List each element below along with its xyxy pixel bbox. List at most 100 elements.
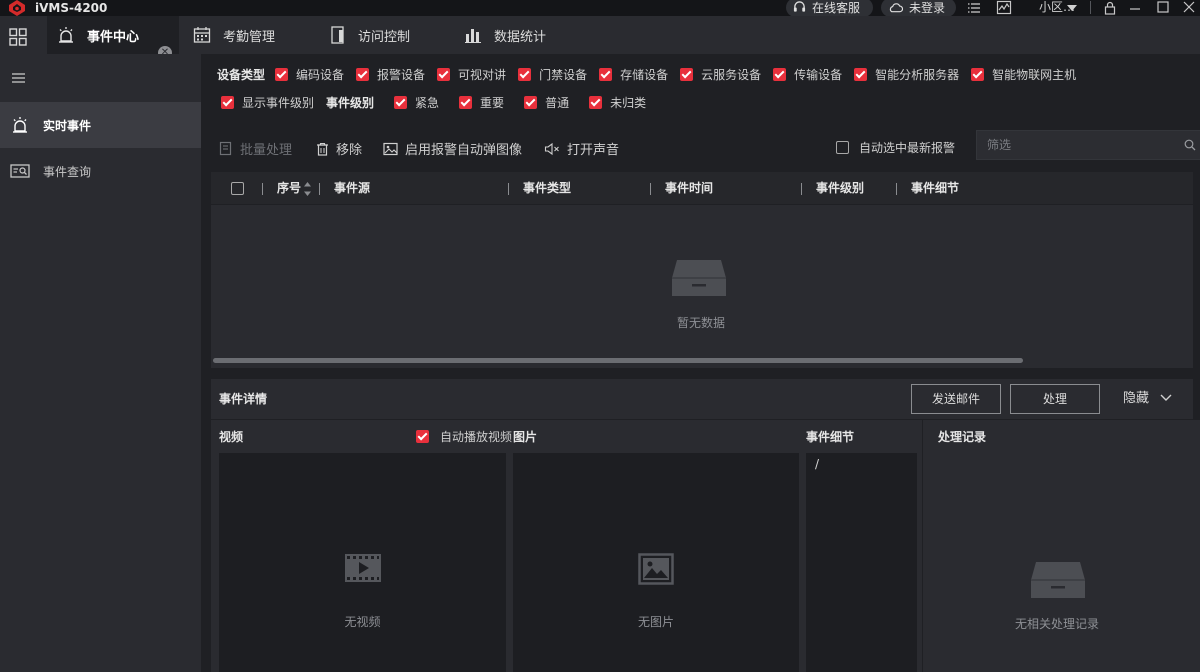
lock-icon[interactable]	[1102, 0, 1118, 16]
module-grid-icon[interactable]	[9, 28, 27, 46]
maximize-icon[interactable]	[1155, 0, 1171, 16]
online-support-button[interactable]: 在线客服	[786, 0, 873, 17]
auto-select-latest-checkbox[interactable]: 自动选中最新报警	[836, 139, 955, 156]
checkbox-checked-icon[interactable]	[459, 96, 473, 109]
filter-checkbox[interactable]: 普通	[524, 94, 569, 111]
app-title: iVMS-4200	[35, 1, 108, 15]
filter-input[interactable]	[977, 131, 1177, 159]
select-all-checkbox[interactable]	[231, 182, 244, 195]
column-header-index[interactable]: 序号	[277, 172, 301, 205]
filter-checkbox[interactable]: 智能分析服务器	[854, 66, 959, 83]
filter-checkbox[interactable]: 云服务设备	[680, 66, 761, 83]
open-sound-button[interactable]: 打开声音	[544, 139, 619, 158]
column-header-detail[interactable]: 事件细节	[911, 172, 959, 205]
close-window-icon[interactable]	[1181, 0, 1197, 16]
speaker-muted-icon	[544, 142, 559, 155]
no-video-text: 无视频	[344, 615, 381, 629]
checkbox-checked-icon[interactable]	[854, 68, 868, 81]
auto-select-latest-label: 自动选中最新报警	[859, 141, 956, 155]
show-level-checkbox[interactable]: 显示事件级别	[221, 94, 314, 111]
checkbox-checked-icon[interactable]	[416, 430, 429, 443]
menu-collapse-icon[interactable]	[11, 71, 27, 85]
autoplay-video-checkbox[interactable]: 自动播放视频	[416, 428, 512, 445]
checkbox-checked-icon[interactable]	[394, 96, 408, 109]
filter-label: 存储设备	[620, 68, 669, 82]
event-level-filter: 显示事件级别 事件级别 紧急 重要 普通 未归类	[221, 94, 658, 111]
checkbox-checked-icon[interactable]	[971, 68, 985, 81]
batch-process-button[interactable]: 批量处理	[219, 139, 292, 158]
filter-checkbox[interactable]: 传输设备	[773, 66, 842, 83]
checkbox-checked-icon[interactable]	[437, 68, 451, 81]
checkbox-checked-icon[interactable]	[773, 68, 787, 81]
checkbox-checked-icon[interactable]	[275, 68, 289, 81]
checkbox-checked-icon[interactable]	[518, 68, 532, 81]
filter-checkbox[interactable]: 重要	[459, 94, 504, 111]
settings-menu-icon[interactable]	[966, 0, 982, 16]
chevron-down-icon[interactable]	[1160, 394, 1172, 402]
checkbox-unchecked-icon[interactable]	[836, 141, 849, 154]
event-search-icon	[10, 164, 30, 178]
bar-chart-icon	[465, 29, 481, 43]
tab-event-center-label: 事件中心	[87, 29, 140, 45]
show-level-label: 显示事件级别	[242, 96, 315, 110]
send-email-button[interactable]: 发送邮件	[911, 384, 1001, 414]
event-details-body: 视频 自动播放视频 图片 事件细节 无视频 无图片 /	[211, 420, 922, 672]
column-header-level[interactable]: 事件级别	[816, 172, 864, 205]
user-dropdown-icon[interactable]	[1067, 5, 1077, 11]
filter-checkbox[interactable]: 未归类	[589, 94, 646, 111]
sidebar-item-event-query[interactable]: 事件查询	[0, 148, 201, 194]
image-pane[interactable]: 无图片	[513, 453, 799, 672]
column-divider	[801, 183, 802, 195]
batch-edit-icon	[219, 141, 232, 156]
filter-checkbox[interactable]: 紧急	[394, 94, 439, 111]
column-header-source[interactable]: 事件源	[334, 172, 370, 205]
tab-access-control[interactable]: 访问控制	[330, 16, 410, 54]
processing-records-panel: 处理记录 无相关处理记录	[923, 420, 1200, 672]
remove-button[interactable]: 移除	[316, 139, 362, 158]
event-detail-value: /	[815, 457, 820, 471]
tab-attendance[interactable]: 考勤管理	[193, 16, 275, 54]
sort-icon[interactable]	[303, 181, 312, 197]
checkbox-checked-icon[interactable]	[680, 68, 694, 81]
filter-checkbox[interactable]: 存储设备	[599, 66, 668, 83]
calendar-icon	[193, 27, 211, 43]
login-status-button[interactable]: 未登录	[881, 0, 956, 17]
video-label: 视频	[219, 430, 244, 444]
hide-details-button[interactable]: 隐藏	[1123, 379, 1149, 419]
open-sound-label: 打开声音	[567, 143, 620, 158]
filter-checkbox[interactable]: 可视对讲	[437, 66, 506, 83]
empty-tray-icon	[1030, 560, 1086, 600]
handle-button[interactable]: 处理	[1010, 384, 1100, 414]
resource-monitor-icon[interactable]	[996, 0, 1012, 16]
search-icon[interactable]	[1184, 139, 1196, 151]
hikvision-logo-icon	[8, 0, 26, 16]
filter-checkbox[interactable]: 智能物联网主机	[971, 66, 1076, 83]
headset-icon	[793, 1, 806, 12]
video-pane[interactable]: 无视频	[219, 453, 506, 672]
filter-checkbox[interactable]: 门禁设备	[518, 66, 587, 83]
alarm-popup-image-button[interactable]: 启用报警自动弹图像	[383, 139, 522, 158]
filter-label: 云服务设备	[701, 68, 762, 82]
filter-box	[976, 130, 1200, 160]
tab-data-statistics[interactable]: 数据统计	[464, 16, 546, 54]
checkbox-checked-icon[interactable]	[589, 96, 603, 109]
titlebar-divider	[1090, 1, 1091, 14]
horizontal-scrollbar[interactable]	[213, 358, 1023, 363]
filter-label: 普通	[545, 96, 570, 110]
filter-checkbox[interactable]: 报警设备	[356, 66, 425, 83]
checkbox-checked-icon[interactable]	[356, 68, 370, 81]
minimize-icon[interactable]	[1127, 0, 1143, 16]
sidebar-item-realtime-events[interactable]: 实时事件	[0, 102, 201, 148]
event-detail-label: 事件细节	[806, 430, 855, 444]
main-panel: 设备类型 编码设备 报警设备 可视对讲 门禁设备 存储设备 云服务设备 传输设备…	[201, 54, 1200, 672]
table-header: 序号 事件源 事件类型 事件时间 事件级别 事件细节	[211, 172, 1193, 205]
filter-checkbox[interactable]: 编码设备	[275, 66, 344, 83]
column-header-type[interactable]: 事件类型	[523, 172, 571, 205]
column-header-time[interactable]: 事件时间	[665, 172, 713, 205]
tab-attendance-label: 考勤管理	[223, 29, 276, 45]
event-detail-pane: /	[806, 453, 917, 672]
checkbox-checked-icon[interactable]	[221, 96, 234, 109]
checkbox-checked-icon[interactable]	[524, 96, 538, 109]
checkbox-checked-icon[interactable]	[599, 68, 613, 81]
event-toolbar: 批量处理 移除 启用报警自动弹图像 打开声音 自动选中最新报警	[211, 130, 1200, 162]
